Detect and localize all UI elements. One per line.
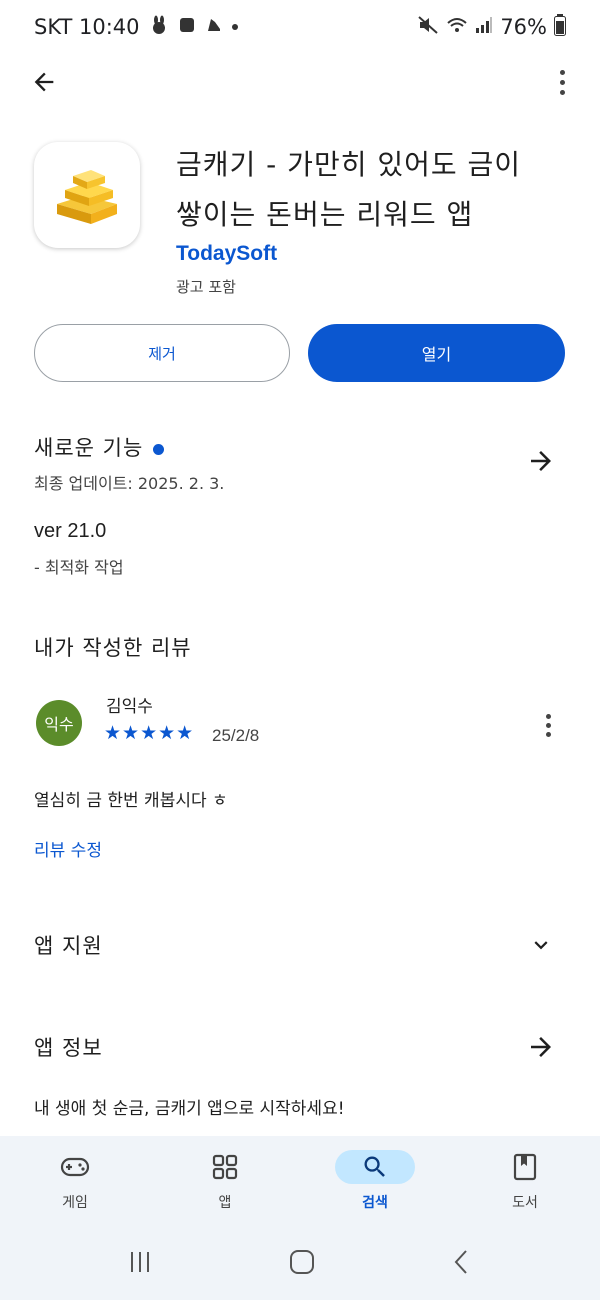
more-notifications-dot — [231, 24, 238, 30]
whats-new-title: 새로운 기능 — [34, 436, 144, 460]
gamepad-icon — [60, 1157, 90, 1177]
app-info-description: 내 생애 첫 순금, 금캐기 앱으로 시작하세요! — [34, 1099, 345, 1119]
review-more-button[interactable] — [540, 710, 556, 740]
app-icon — [34, 142, 140, 248]
nav-games-label: 게임 — [62, 1195, 88, 1211]
back-button[interactable] — [24, 62, 64, 102]
star-rating: ★★★★★ — [104, 722, 195, 744]
wifi-icon — [446, 15, 468, 40]
status-bar: SKT 10:40 76% — [0, 0, 600, 54]
uninstall-button[interactable]: 제거 — [34, 324, 290, 382]
edit-review-link[interactable]: 리뷰 수정 — [34, 836, 102, 861]
whats-new-section[interactable]: 새로운 기능 — [34, 432, 165, 462]
arrow-back-icon — [34, 72, 54, 92]
developer-link[interactable]: TodaySoft — [176, 242, 277, 266]
app-title-line-2: 쌓이는 돈버는 리워드 앱 — [176, 198, 474, 231]
battery-percent: 76% — [500, 15, 547, 39]
system-navigation-bar — [0, 1224, 600, 1300]
last-updated: 최종 업데이트: 2025. 2. 3. — [34, 474, 225, 493]
search-icon — [364, 1156, 385, 1177]
shoe-icon — [205, 15, 223, 39]
my-review-title: 내가 작성한 리뷰 — [34, 636, 192, 660]
back-nav-icon[interactable] — [451, 1248, 473, 1276]
new-indicator-dot — [153, 443, 165, 455]
open-button[interactable]: 열기 — [308, 324, 565, 382]
app-info-section[interactable]: 앱 정보 — [34, 1032, 103, 1062]
arrow-forward-icon[interactable] — [526, 446, 556, 476]
apps-grid-icon — [212, 1154, 238, 1180]
rabbit-icon — [149, 15, 169, 40]
book-icon — [513, 1153, 537, 1181]
reviewer-name: 김익수 — [106, 697, 153, 717]
app-support-section[interactable]: 앱 지원 — [34, 930, 103, 960]
avatar: 익수 — [36, 700, 82, 746]
nav-books[interactable]: 도서 — [450, 1136, 600, 1224]
nav-search[interactable]: 검색 — [300, 1136, 450, 1224]
nav-apps[interactable]: 앱 — [150, 1136, 300, 1224]
arrow-forward-icon[interactable] — [526, 1032, 556, 1062]
contains-ads-label: 광고 포함 — [176, 278, 236, 296]
notification-app-icon — [178, 15, 196, 39]
review-text: 열심히 금 한번 캐봅시다 ㅎ — [34, 791, 228, 811]
nav-games[interactable]: 게임 — [0, 1136, 150, 1224]
bottom-navigation: 게임 앱 검색 도서 — [0, 1136, 600, 1224]
more-options-button[interactable] — [546, 62, 578, 102]
recents-icon[interactable] — [127, 1249, 153, 1275]
app-title: 금캐기 - 가만히 있어도 금이 쌓이는 돈버는 리워드 앱 — [176, 140, 576, 240]
mute-icon — [417, 15, 439, 40]
top-app-bar — [0, 54, 600, 110]
home-icon[interactable] — [288, 1248, 316, 1276]
gold-bars-icon — [57, 170, 117, 224]
signal-icon — [475, 15, 493, 39]
nav-books-label: 도서 — [512, 1195, 538, 1211]
carrier-time: SKT 10:40 — [34, 15, 140, 39]
review-date: 25/2/8 — [212, 726, 260, 745]
nav-apps-label: 앱 — [218, 1195, 232, 1211]
app-title-line-1: 금캐기 - 가만히 있어도 금이 — [176, 148, 522, 181]
battery-icon — [554, 13, 566, 41]
update-note: - 최적화 작업 — [34, 558, 124, 577]
chevron-down-icon[interactable] — [528, 932, 554, 958]
nav-search-label: 검색 — [362, 1195, 388, 1211]
version-text: ver 21.0 — [34, 520, 107, 542]
